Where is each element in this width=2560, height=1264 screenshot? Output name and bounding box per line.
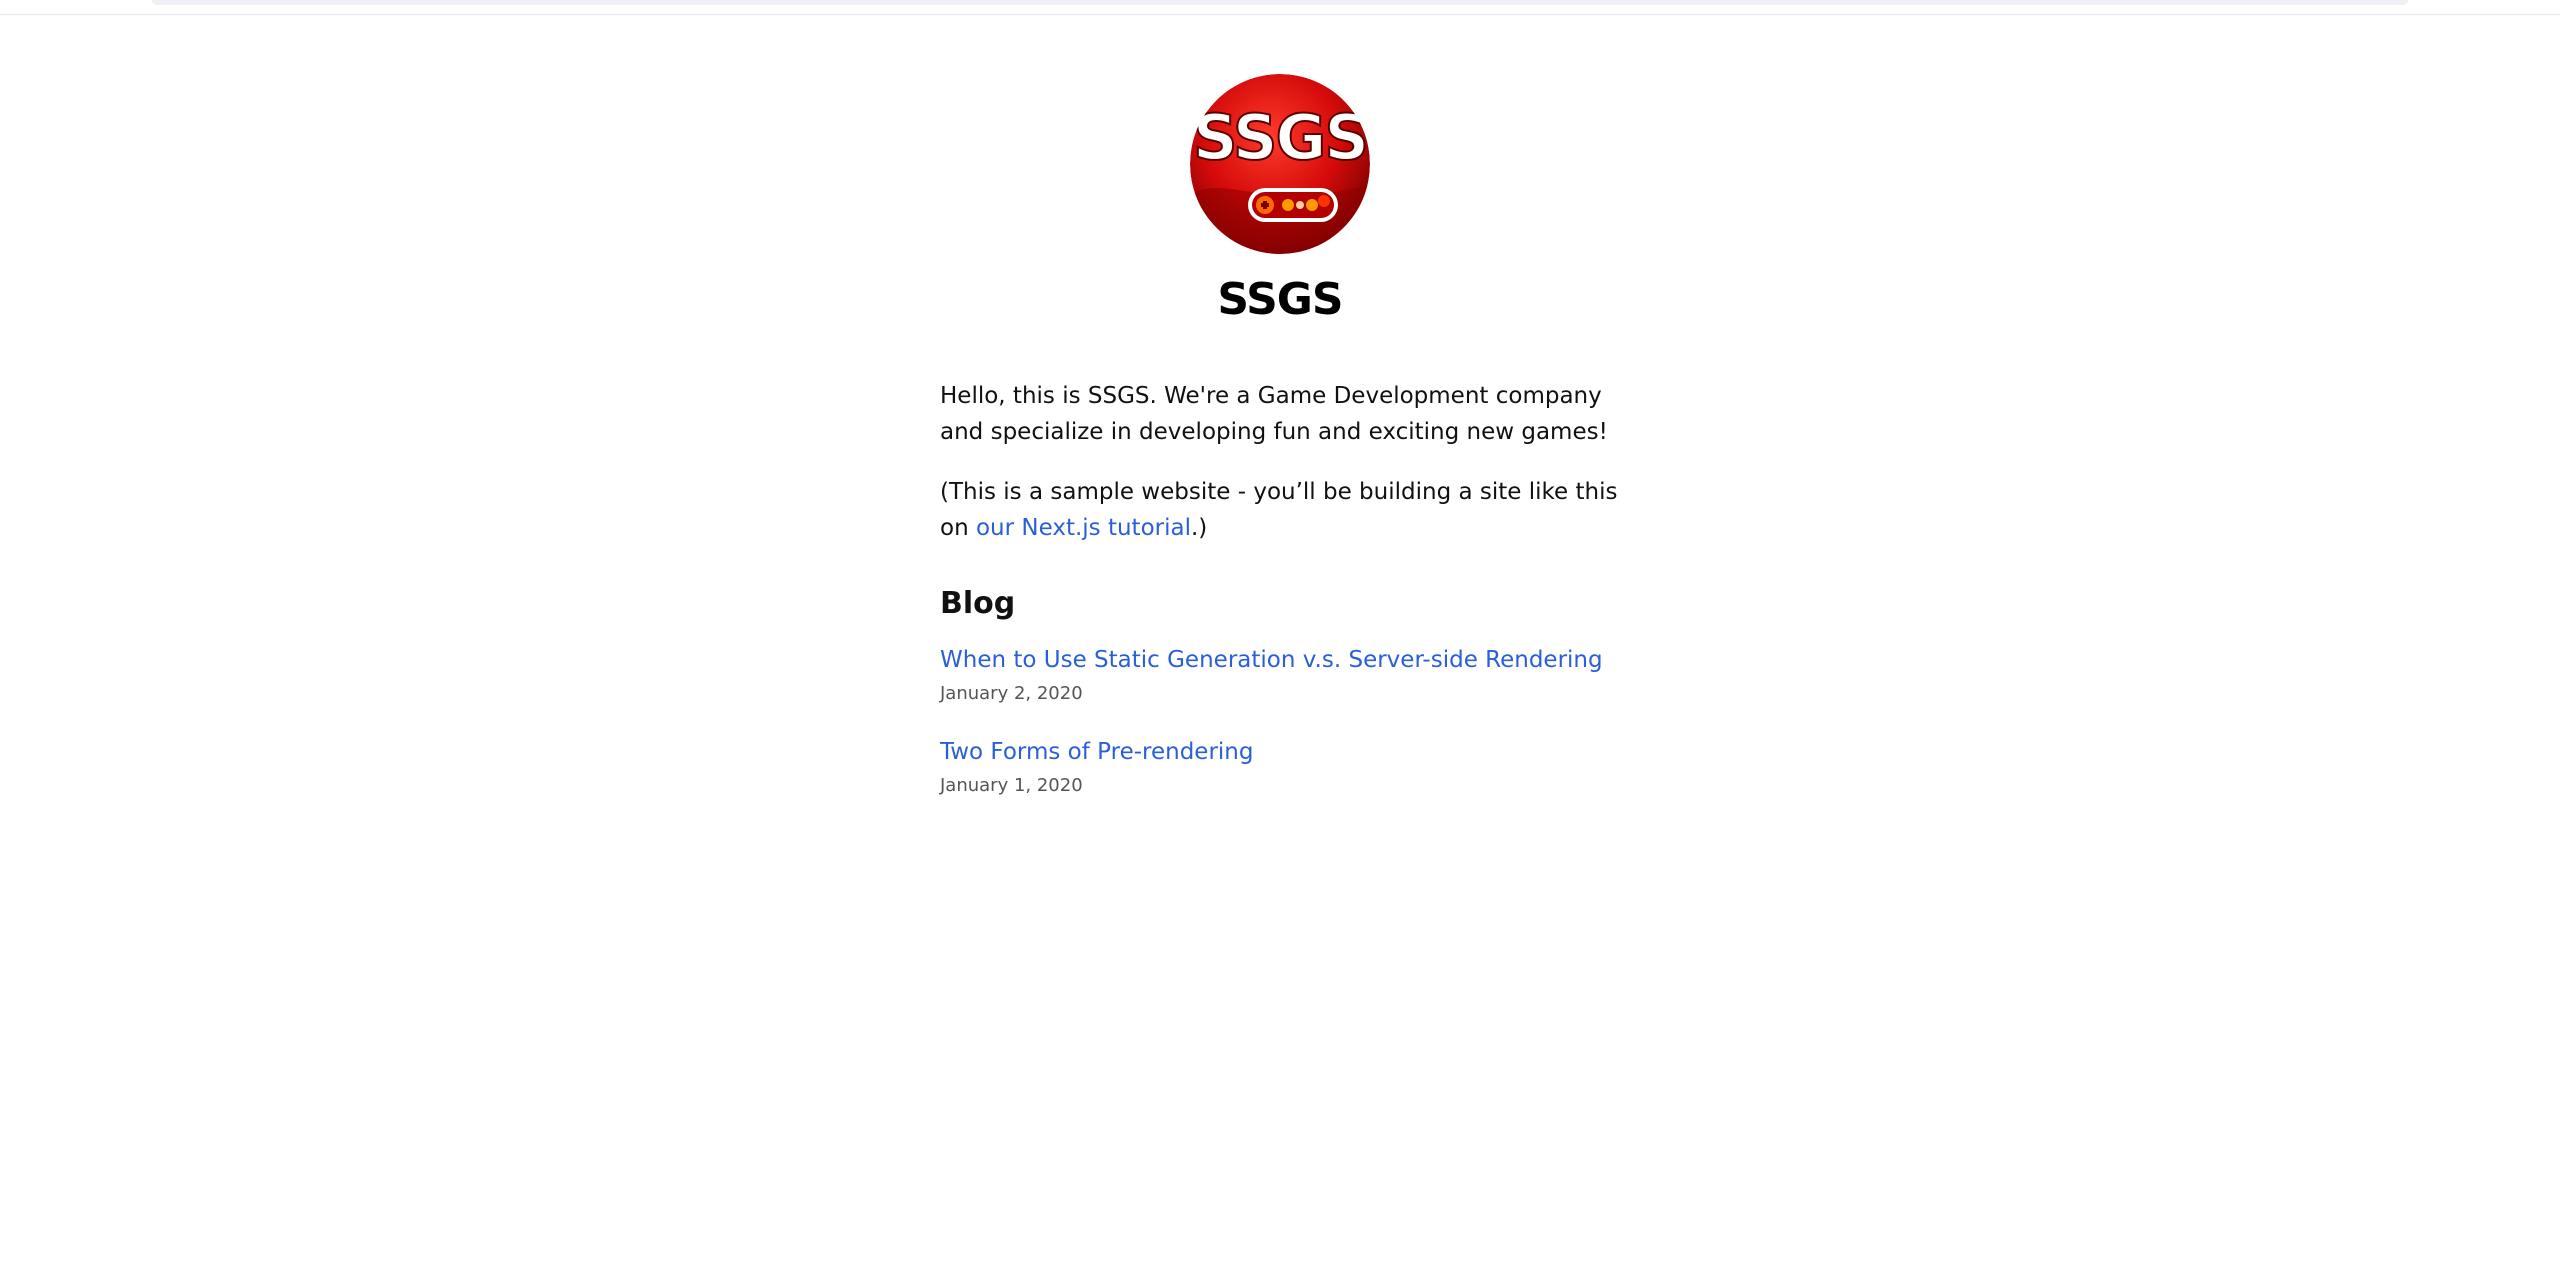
blog-heading: Blog [940,586,1016,622]
intro-paragraph: Hello, this is SSGS. We're a Game Develo… [940,383,1608,446]
blog-post: When to Use Static Generation v.s. Serve… [940,644,1620,708]
gamepad-icon [1248,188,1338,222]
sample-note-paragraph: (This is a sample website - you’ll be bu… [940,474,1620,546]
blog-post-date: January 1, 2020 [940,775,1083,797]
main-container: SSGS SSGS Hello, this is SSGS. We're a G… [940,0,1620,828]
blog-section: Blog When to Use Static Generation v.s. … [940,586,1620,800]
nextjs-tutorial-link[interactable]: our Next.js tutorial [976,515,1191,541]
sample-note-suffix: .) [1190,515,1208,542]
site-logo: SSGS [1190,74,1370,254]
blog-post-date: January 2, 2020 [940,683,1083,705]
blog-post-link[interactable]: Two Forms of Pre-rendering [940,736,1620,768]
site-header: SSGS SSGS [940,0,1620,324]
blog-post-link[interactable]: When to Use Static Generation v.s. Serve… [940,644,1620,676]
blog-post: Two Forms of Pre-rendering January 1, 20… [940,736,1620,800]
logo-text: SSGS [1193,101,1367,174]
intro-section: Hello, this is SSGS. We're a Game Develo… [940,378,1620,546]
site-title: SSGS [1217,274,1343,325]
